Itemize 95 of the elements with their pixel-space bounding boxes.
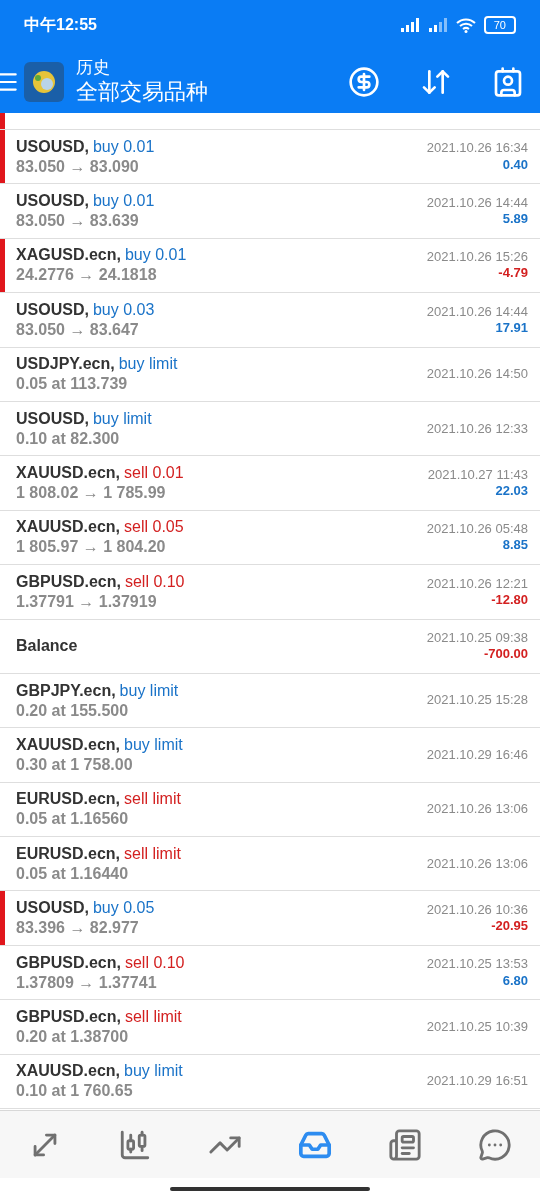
symbol-label: USOUSD, (16, 408, 89, 429)
wifi-icon (455, 17, 476, 33)
action-label: sell 0.01 (124, 463, 184, 484)
time-label: 2021.10.25 09:38 (426, 629, 528, 647)
screen-title: 历史 (76, 57, 111, 79)
time-label: 2021.10.26 12:21 (426, 575, 528, 592)
profit-label: -12.80 (491, 591, 528, 609)
time-label: 2021.10.26 14:44 (426, 194, 528, 212)
price-label: 0.05 at 113.739 (16, 374, 129, 395)
profit-label: 17.91 (495, 319, 528, 337)
symbol-label: USOUSD, (16, 136, 89, 157)
price-label: 0.20 at 1.38700 (16, 1026, 130, 1047)
price-label: 0.20 at 155.500 (16, 700, 130, 721)
price-label: 1 805.97 → 1 804.20 (16, 537, 167, 558)
price-label: 0.30 at 1 758.00 (16, 755, 134, 775)
time-label: 2021.10.26 14:44 (426, 303, 528, 320)
price-label: 83.050 → 83.647 (16, 319, 140, 340)
time-label: 2021.10.26 12:33 (426, 420, 528, 437)
symbol-label: Balance (16, 636, 78, 657)
symbol-label: EURUSD.ecn, (16, 789, 121, 810)
price-label: 1.37809 → 1.37741 (16, 972, 158, 993)
profit-label: 5.89 (502, 211, 528, 228)
action-label: sell 0.10 (124, 571, 185, 592)
price-label: 83.050 → 83.639 (16, 211, 140, 232)
time-label: 2021.10.26 10:36 (426, 901, 528, 919)
price-label: 1 808.02 → 1 785.99 (16, 483, 167, 504)
deal-row[interactable]: XAGUSD.ecn, buy 0.01 24.2776 → 24.1818 2021.10.26 15:26 -4.79 (0, 238, 540, 294)
action-label: sell 0.10 (124, 952, 185, 973)
action-label: sell limit (124, 843, 181, 864)
action-label: buy limit (119, 680, 179, 701)
battery-indicator: 70 (483, 16, 516, 34)
symbol-label: GBPUSD.ecn, (16, 571, 121, 592)
symbol-label: XAUUSD.ecn, (16, 463, 121, 484)
action-label: buy limit (92, 408, 152, 429)
action-label: buy 0.01 (92, 136, 155, 157)
time-label: 2021.10.26 14:50 (426, 366, 528, 383)
action-label: buy limit (118, 354, 178, 375)
symbol-label: XAGUSD.ecn, (16, 245, 121, 266)
signal-icon (427, 18, 448, 32)
profit-label: -20.95 (491, 918, 528, 935)
price-label: 83.396 → 82.977 (16, 918, 140, 939)
action-label: sell 0.05 (124, 517, 184, 538)
time-label: 2021.10.29 16:51 (426, 1073, 528, 1090)
symbol-label: USOUSD, (16, 898, 89, 919)
action-label: sell limit (124, 1006, 182, 1027)
action-label: buy 0.01 (124, 245, 187, 266)
symbol-label: USOUSD, (16, 191, 89, 212)
action-label: buy limit (124, 1061, 183, 1082)
chat-icon[interactable] (478, 1127, 512, 1162)
time-label: 2021.10.26 13:06 (426, 801, 528, 818)
profit-label: 6.80 (502, 972, 528, 989)
time-label: 2021.10.26 13:06 (426, 855, 528, 872)
newspaper-icon[interactable] (388, 1127, 422, 1162)
symbol-label: XAUUSD.ecn, (16, 517, 121, 538)
calendar-person-icon[interactable] (492, 65, 524, 98)
action-label: buy limit (124, 735, 183, 755)
time-label: 2021.10.29 16:46 (426, 746, 528, 764)
symbol-label: XAUUSD.ecn, (16, 735, 121, 755)
price-label: 0.10 at 82.300 (16, 428, 121, 449)
signal-icon (399, 18, 420, 32)
time-label: 2021.10.26 16:34 (426, 140, 528, 157)
action-label: buy 0.01 (92, 191, 155, 212)
app-logo-icon (24, 61, 64, 102)
symbol-label: EURUSD.ecn, (16, 843, 121, 864)
price-label: 0.05 at 1.16560 (16, 809, 130, 830)
deal-row[interactable]: USOUSD, buy 0.01 83.050 → 83.090 2021.10.26 16:34 0.40 (0, 130, 540, 185)
price-label: 0.05 at 1.16440 (16, 863, 130, 884)
deal-row[interactable]: USOUSD, buy 0.05 83.396 → 82.977 2021.10.26 10:36 -20.95 (0, 891, 540, 946)
price-label: 1.37791 → 1.37919 (16, 591, 158, 612)
action-label: buy 0.03 (92, 299, 155, 320)
price-label: 83.050 → 83.090 (16, 156, 140, 177)
action-label: sell limit (124, 789, 181, 810)
symbol-label: USDJPY.ecn, (16, 354, 115, 375)
time-label: 2021.10.25 15:28 (426, 692, 528, 709)
profit-label: 8.85 (502, 537, 528, 554)
symbol-label: GBPJPY.ecn, (16, 680, 116, 701)
symbol-label: USOUSD, (16, 299, 89, 320)
time-label: 2021.10.27 11:43 (427, 466, 528, 484)
clock-label: 中午12:55 (24, 15, 97, 35)
price-label: 24.2776 → 24.1818 (16, 265, 158, 286)
profit-label: -4.79 (498, 265, 528, 282)
profit-label: -700.00 (483, 646, 528, 663)
action-label: buy 0.05 (92, 898, 155, 919)
price-label: 0.10 at 1 760.65 (16, 1081, 134, 1102)
symbol-label: GBPUSD.ecn, (16, 1006, 121, 1027)
time-label: 2021.10.26 05:48 (426, 521, 528, 538)
time-label: 2021.10.25 10:39 (426, 1018, 528, 1036)
time-label: 2021.10.25 13:53 (426, 956, 528, 973)
screen-subtitle: 全部交易品种 (76, 78, 208, 106)
profit-label: 0.40 (502, 156, 528, 173)
symbol-label: XAUUSD.ecn, (16, 1061, 121, 1082)
profit-label: 22.03 (495, 483, 528, 500)
currency-icon[interactable] (348, 65, 380, 98)
time-label: 2021.10.26 15:26 (426, 249, 528, 266)
symbol-label: GBPUSD.ecn, (16, 952, 121, 973)
